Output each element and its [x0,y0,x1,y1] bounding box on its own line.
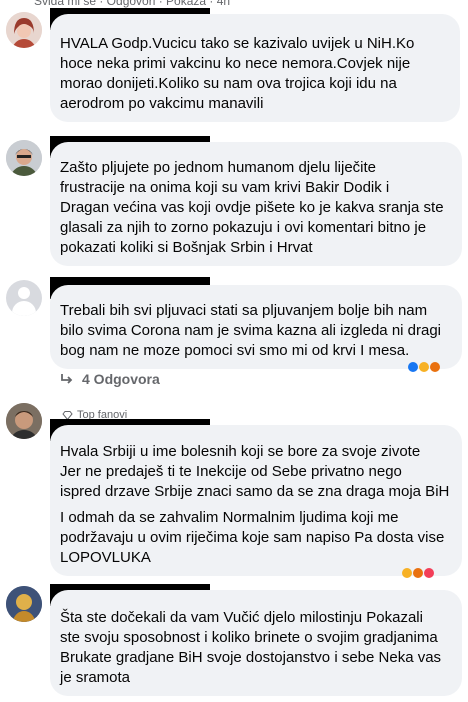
avatar[interactable] [6,140,42,176]
avatar[interactable] [6,403,42,439]
comment-bubble: HVALA Godp.Vucicu tako se kazivalo uvije… [50,14,460,122]
view-replies-link[interactable]: 4 Odgovora [60,371,160,387]
comment-text: Zašto pljujete po jednom humanom djelu l… [60,159,444,256]
reaction-summary[interactable] [408,362,440,372]
reply-arrow-icon [61,374,73,384]
previous-comment-actions: Sviđa mi se · Odgovori · Pokaža · 4n [34,0,231,8]
comment-text: Trebali bih svi pljuvaci stati sa pljuva… [60,302,442,359]
comment-text: HVALA Godp.Vucicu tako se kazivalo uvije… [60,35,415,112]
comment-text-continued: I odmah da se zahvalim Normalnim ljudima… [60,509,445,566]
comment-bubble: Zašto pljujete po jednom humanom djelu l… [50,142,462,266]
avatar[interactable] [6,586,42,622]
avatar[interactable] [6,12,42,48]
comment-text: Šta ste dočekali da vam Vučić djelo milo… [60,609,442,686]
comment-bubble: Trebali bih svi pljuvaci stati sa pljuva… [50,285,462,369]
comment-bubble: Hvala Srbiji u ime bolesnih koji se bore… [50,425,462,576]
comment-text: Hvala Srbiji u ime bolesnih koji se bore… [60,443,450,500]
comment-bubble: Šta ste dočekali da vam Vučić djelo milo… [50,590,462,696]
replies-count-label: 4 Odgovora [82,371,160,387]
default-avatar-icon[interactable] [6,280,42,316]
reaction-summary[interactable] [402,568,434,578]
